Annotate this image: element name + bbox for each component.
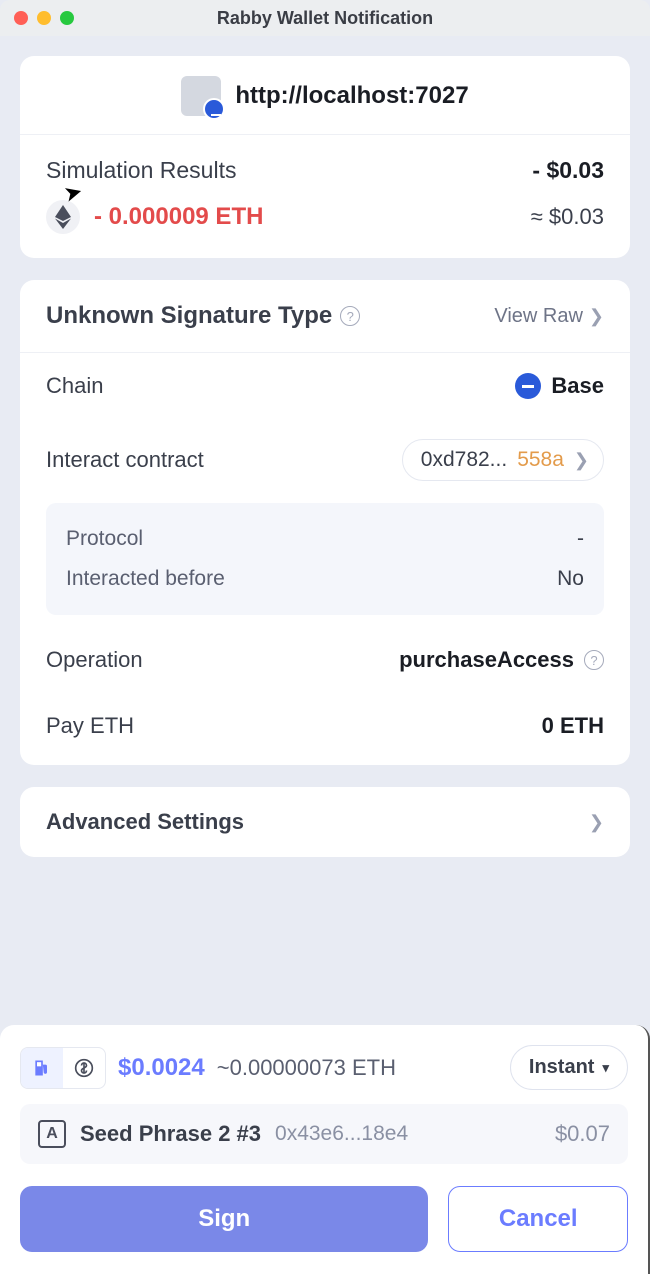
origin-url: http://localhost:7027 [235, 82, 468, 110]
chevron-right-icon: ❯ [574, 450, 589, 471]
simulation-asset-approx: ≈ $0.03 [531, 204, 604, 230]
gas-cost-usd: $0.0024 [118, 1054, 205, 1082]
origin-section: http://localhost:7027 [20, 56, 630, 135]
simulation-total: - $0.03 [532, 157, 604, 184]
account-balance: $0.07 [555, 1121, 610, 1147]
chevron-right-icon: ❯ [589, 812, 604, 833]
interacted-before-value: No [557, 567, 584, 591]
gas-speed-selector[interactable]: Instant ▾ [510, 1045, 628, 1090]
operation-label: Operation [46, 647, 143, 673]
contract-address-button[interactable]: 0xd782...558a ❯ [402, 439, 604, 481]
gas-mode-toggle[interactable] [20, 1047, 106, 1089]
interacted-before-label: Interacted before [66, 567, 225, 591]
contract-details-box: Protocol - Interacted before No [46, 503, 604, 615]
account-selector[interactable]: A Seed Phrase 2 #3 0x43e6...18e4 $0.07 [20, 1104, 628, 1164]
operation-value: purchaseAccess ? [399, 647, 604, 673]
simulation-asset-amount: - 0.000009 ETH [94, 203, 263, 231]
sign-button[interactable]: Sign [20, 1186, 428, 1252]
pay-eth-label: Pay ETH [46, 713, 134, 739]
site-icon [181, 76, 221, 116]
pay-eth-value: 0 ETH [542, 713, 604, 739]
chain-value: Base [515, 373, 604, 399]
help-icon[interactable]: ? [340, 306, 360, 326]
contract-label: Interact contract [46, 447, 204, 473]
window-title: Rabby Wallet Notification [0, 8, 650, 29]
help-icon[interactable]: ? [584, 650, 604, 670]
chevron-right-icon: ❯ [589, 306, 604, 327]
chevron-down-icon: ▾ [602, 1060, 609, 1076]
account-address: 0x43e6...18e4 [275, 1122, 408, 1146]
view-raw-button[interactable]: View Raw ❯ [494, 305, 604, 328]
chain-label: Chain [46, 373, 103, 399]
gas-cost-eth: ~0.00000073 ETH [217, 1055, 396, 1081]
titlebar: Rabby Wallet Notification [0, 0, 650, 36]
advanced-settings-button[interactable]: Advanced Settings ❯ [20, 787, 630, 857]
cancel-button[interactable]: Cancel [448, 1186, 628, 1252]
account-name: Seed Phrase 2 #3 [80, 1121, 261, 1147]
signature-type-title: Unknown Signature Type ? [46, 302, 360, 330]
protocol-value: - [577, 527, 584, 551]
chain-icon [515, 373, 541, 399]
dollar-icon[interactable] [63, 1048, 105, 1088]
protocol-label: Protocol [66, 527, 143, 551]
gas-pump-icon[interactable] [21, 1048, 63, 1088]
footer: $0.0024 ~0.00000073 ETH Instant ▾ A Seed… [0, 1025, 650, 1274]
account-type-icon: A [38, 1120, 66, 1148]
